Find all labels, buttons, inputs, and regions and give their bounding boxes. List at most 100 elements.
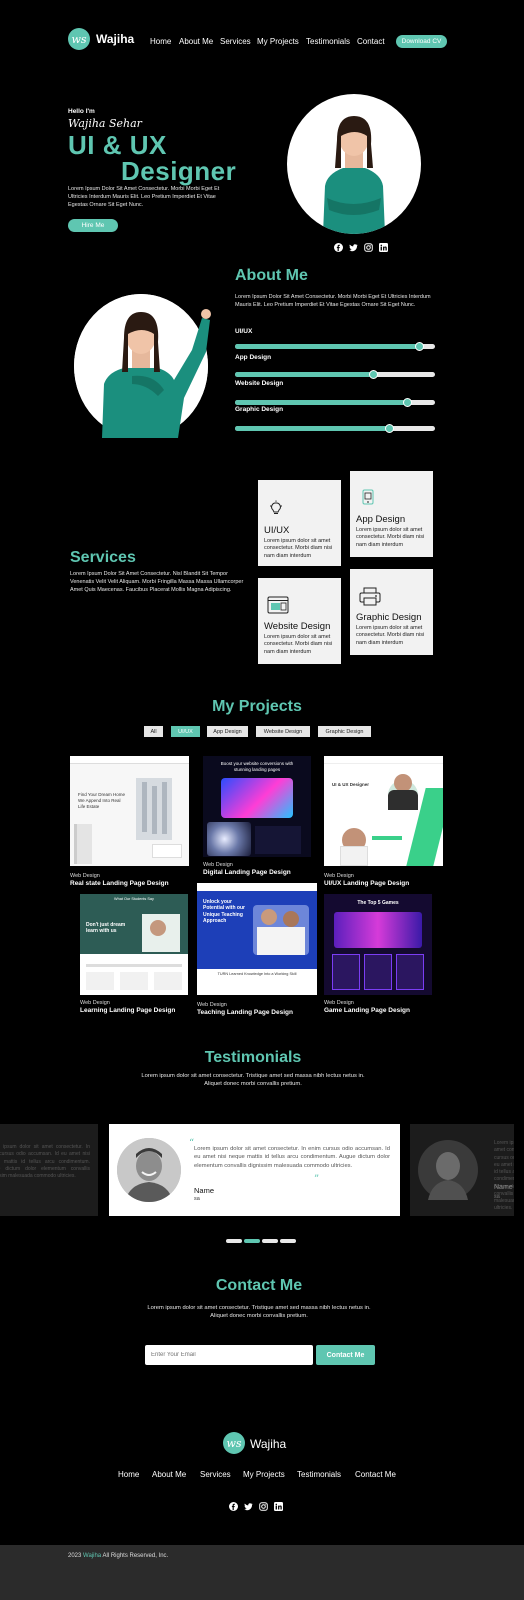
project-title[interactable]: Learning Landing Page Design: [80, 1007, 175, 1014]
author-role: sa: [494, 1194, 500, 1200]
tab-uiux[interactable]: UI/UX: [171, 726, 200, 737]
testimonial-card[interactable]: “ Lorem ipsum dolor sit amet consectetur…: [109, 1124, 400, 1216]
footer-link-about[interactable]: About Me: [152, 1470, 186, 1479]
about-portrait: [74, 294, 211, 438]
footer-link-testimonials[interactable]: Testimonials: [297, 1470, 341, 1479]
hero-description: Lorem Ipsum Dolor Sit Amet Consectetur. …: [68, 186, 220, 208]
contact-me-button[interactable]: Contact Me: [316, 1345, 375, 1365]
instagram-icon[interactable]: [364, 243, 373, 252]
pointing-person-illustration: [102, 309, 211, 438]
lightbulb-icon: [270, 500, 282, 514]
skill-label: UI/UX: [235, 328, 253, 335]
carousel-dot[interactable]: [244, 1239, 260, 1243]
hero-social-icons: [334, 243, 394, 253]
author-name: Name: [494, 1184, 513, 1191]
twitter-icon[interactable]: [349, 243, 358, 252]
project-thumbnail-digital[interactable]: Boost your website conversions with stun…: [203, 756, 311, 857]
services-heading: Services: [70, 549, 136, 566]
nav-contact[interactable]: Contact: [357, 37, 385, 46]
project-thumbnail-uiux[interactable]: UI & UX Designer: [324, 756, 443, 866]
carousel-dot[interactable]: [280, 1239, 296, 1243]
thumb-heading: Unlock your Potential with our Unique Te…: [203, 899, 245, 924]
download-cv-button[interactable]: Download CV: [396, 35, 447, 48]
project-category: Web Design: [324, 1000, 354, 1006]
project-category: Web Design: [324, 873, 354, 879]
service-text: Lorem ipsum dolor sit amet consectetur. …: [264, 634, 333, 655]
copyright-brand[interactable]: Wajiha: [83, 1553, 101, 1559]
thumb-footer: TURN Learned Knowledge Into a Working Sk…: [217, 972, 297, 976]
tab-app-design[interactable]: App Design: [207, 726, 248, 737]
project-title[interactable]: UI/UX Landing Page Design: [324, 880, 409, 887]
services-description: Lorem Ipsum Dolor Sit Amet Consectetur. …: [70, 571, 244, 593]
testimonial-card-next[interactable]: Lorem ipsum dolor sit amet consectetur. …: [410, 1124, 514, 1216]
testimonial-card-previous[interactable]: Lorem ipsum dolor sit amet consectetur. …: [0, 1124, 98, 1216]
thumb-heading: Find Your Dream Home We Append Into Real…: [78, 792, 126, 809]
logo-mark: ws: [71, 32, 87, 46]
browser-icon: [267, 596, 289, 614]
avatar: [117, 1138, 181, 1202]
footer-link-services[interactable]: Services: [200, 1470, 231, 1479]
project-title[interactable]: Digital Landing Page Design: [203, 869, 291, 876]
nav-projects[interactable]: My Projects: [257, 37, 299, 46]
service-card-app-design[interactable]: App Design Lorem ipsum dolor sit amet co…: [350, 471, 433, 557]
footer-link-home[interactable]: Home: [118, 1470, 139, 1479]
copyright-bar: 2023 Wajiha All Rights Reserved, Inc.: [0, 1545, 524, 1600]
email-field[interactable]: [145, 1345, 313, 1365]
skill-label: Website Design: [235, 380, 284, 387]
author-role: sa: [194, 1196, 200, 1202]
skill-bar[interactable]: [235, 342, 435, 351]
testimonial-quote: Lorem ipsum dolor sit amet consectetur. …: [194, 1146, 390, 1169]
twitter-icon[interactable]: [244, 1502, 253, 1511]
logo-icon[interactable]: ws: [68, 28, 90, 50]
service-card-uiux[interactable]: UI/UX Lorem ipsum dolor sit amet consect…: [258, 480, 341, 566]
nav-testimonials[interactable]: Testimonials: [306, 37, 350, 46]
facebook-icon[interactable]: [229, 1502, 238, 1511]
project-title[interactable]: Teaching Landing Page Design: [197, 1009, 293, 1016]
project-category: Web Design: [203, 862, 233, 868]
hero-greeting: Hello I'm: [68, 108, 95, 115]
project-category: Web Design: [70, 873, 100, 879]
service-card-website-design[interactable]: Website Design Lorem ipsum dolor sit ame…: [258, 578, 341, 664]
hire-me-button[interactable]: Hire Me: [68, 219, 118, 232]
project-title[interactable]: Game Landing Page Design: [324, 1007, 410, 1014]
service-text: Lorem ipsum dolor sit amet consectetur. …: [356, 527, 425, 548]
hero-title-line2: Designer: [121, 156, 237, 186]
skills-list: UI/UX App Design Website Design Graphic …: [235, 328, 435, 438]
facebook-icon[interactable]: [334, 243, 343, 252]
brand-name[interactable]: Wajiha: [96, 32, 134, 46]
tab-all[interactable]: All: [144, 726, 163, 737]
project-thumbnail-real-estate[interactable]: Find Your Dream Home We Append Into Real…: [70, 756, 189, 866]
project-thumbnail-learning[interactable]: What Our Students Say Don't just dream l…: [80, 894, 188, 995]
contact-heading: Contact Me: [215, 1277, 303, 1294]
about-heading: About Me: [235, 267, 308, 284]
project-title[interactable]: Real state Landing Page Design: [70, 880, 169, 887]
instagram-icon[interactable]: [259, 1502, 268, 1511]
copyright-year: 2023: [68, 1553, 82, 1559]
linkedin-icon[interactable]: [379, 243, 388, 252]
nav-services[interactable]: Services: [220, 37, 251, 46]
nav-about[interactable]: About Me: [179, 37, 213, 46]
skill-bar[interactable]: [235, 370, 435, 379]
skill-bar[interactable]: [235, 398, 435, 407]
skill-label: Graphic Design: [235, 406, 284, 413]
project-thumbnail-game[interactable]: The Top 5 Games: [324, 894, 432, 995]
projects-heading: My Projects: [212, 698, 302, 715]
skill-bar[interactable]: [235, 424, 435, 433]
project-thumbnail-teaching[interactable]: Unlock your Potential with our Unique Te…: [197, 883, 317, 995]
thumb-heading: The Top 5 Games: [357, 900, 399, 906]
contact-description: Lorem ipsum dolor sit amet consectetur. …: [147, 1305, 371, 1320]
carousel-dot[interactable]: [262, 1239, 278, 1243]
footer-nav: Home About Me Services My Projects Testi…: [0, 1470, 514, 1482]
service-text: Lorem ipsum dolor sit amet consectetur. …: [356, 625, 425, 646]
footer-link-projects[interactable]: My Projects: [243, 1470, 285, 1479]
footer-link-contact[interactable]: Contact Me: [355, 1470, 396, 1479]
footer-logo-icon[interactable]: ws: [223, 1432, 245, 1454]
nav-home[interactable]: Home: [150, 37, 171, 46]
tab-website-design[interactable]: Website Design: [256, 726, 310, 737]
tab-graphic-design[interactable]: Graphic Design: [318, 726, 371, 737]
carousel-dot[interactable]: [226, 1239, 242, 1243]
service-title: App Design: [356, 514, 406, 525]
linkedin-icon[interactable]: [274, 1502, 283, 1511]
project-category: Web Design: [197, 1002, 227, 1008]
service-card-graphic-design[interactable]: Graphic Design Lorem ipsum dolor sit ame…: [350, 569, 433, 655]
